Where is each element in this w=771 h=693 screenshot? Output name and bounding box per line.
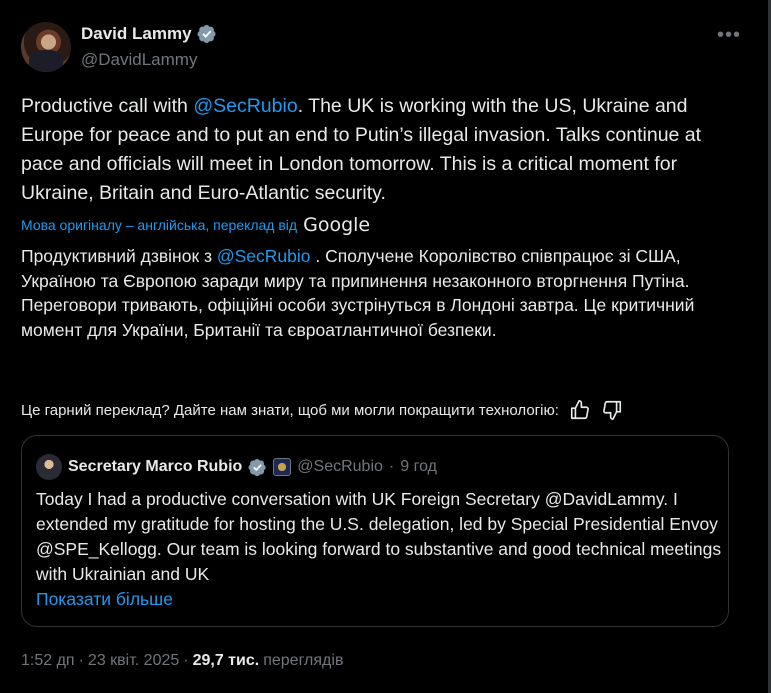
quoted-tweet[interactable]: Secretary Marco Rubio @SecRubio · 9 год … xyxy=(21,435,729,627)
tweet-header: David Lammy @DavidLammy ••• xyxy=(21,20,741,76)
more-options-icon[interactable]: ••• xyxy=(717,24,741,47)
meta-separator: · xyxy=(78,652,84,669)
author-avatar[interactable] xyxy=(21,22,71,72)
translation-source-label[interactable]: Мова оригіналу – англійська, переклад ві… xyxy=(21,217,297,233)
government-seal-icon xyxy=(273,458,292,476)
translated-text: Продуктивний дзвінок з @SecRubio . Сполу… xyxy=(21,244,741,342)
thumbs-up-icon[interactable] xyxy=(569,399,591,421)
views-label: переглядів xyxy=(263,652,344,669)
views-count: 29,7 тис. xyxy=(192,652,260,669)
author-handle[interactable]: @DavidLammy xyxy=(81,50,197,70)
translation-note: Мова оригіналу – англійська, переклад ві… xyxy=(21,214,370,236)
quoted-author-handle: @SecRubio xyxy=(297,458,383,475)
quoted-tweet-header: Secretary Marco Rubio @SecRubio · 9 год xyxy=(36,454,437,480)
show-more-link[interactable]: Показати більше xyxy=(36,589,173,609)
tweet-text-start: Productive call with xyxy=(21,95,194,117)
quoted-tweet-body: Today I had a productive conversation wi… xyxy=(36,489,722,584)
meta-separator-2: · xyxy=(183,652,189,669)
thumbs-down-icon[interactable] xyxy=(601,399,623,421)
verified-badge-icon xyxy=(197,25,216,43)
tweet-meta: 1:52 дп · 23 квіт. 2025 · 29,7 тис. пере… xyxy=(21,652,343,670)
google-logo: Google xyxy=(303,214,371,236)
translated-mention-link[interactable]: @SecRubio xyxy=(217,246,311,266)
translation-feedback: Це гарний переклад? Дайте нам знати, щоб… xyxy=(21,399,623,421)
mention-link[interactable]: @SecRubio xyxy=(193,95,297,117)
translated-text-start: Продуктивний дзвінок з xyxy=(21,246,217,266)
tweet-date[interactable]: 23 квіт. 2025 xyxy=(88,652,179,670)
tweet-time[interactable]: 1:52 дп xyxy=(21,652,75,670)
dot-separator: · xyxy=(388,458,395,475)
author-name-row: David Lammy xyxy=(81,24,217,44)
tweet-text: Productive call with @SecRubio. The UK i… xyxy=(21,92,741,208)
author-name[interactable]: David Lammy xyxy=(81,24,192,44)
quoted-author-avatar xyxy=(36,454,62,480)
verified-badge-icon xyxy=(248,458,266,476)
quoted-tweet-text: Today I had a productive conversation wi… xyxy=(36,487,726,612)
quoted-author-name: Secretary Marco Rubio xyxy=(68,458,243,475)
feedback-question: Це гарний переклад? Дайте нам знати, щоб… xyxy=(21,401,559,419)
quoted-tweet-time: 9 год xyxy=(400,458,437,475)
